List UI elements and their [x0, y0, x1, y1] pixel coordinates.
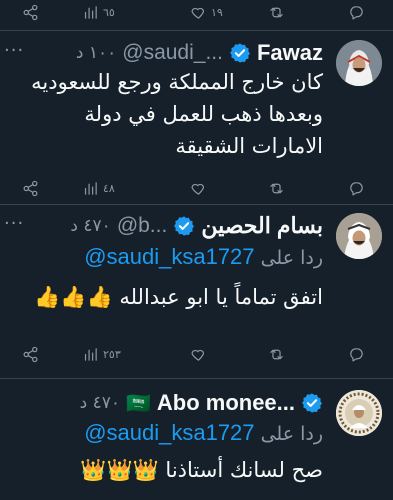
like-count: ٢٥٣	[103, 348, 121, 361]
reply-mention-link[interactable]: @saudi_ksa1727	[84, 420, 254, 445]
heart-icon	[191, 183, 205, 195]
user-handle[interactable]: @b...	[117, 214, 168, 238]
reply-icon	[350, 348, 363, 362]
tweet-header: ٤٧٠ د 🇸🇦 Abo monee...	[80, 390, 323, 416]
verified-badge-icon	[174, 216, 195, 236]
share-icon	[23, 180, 38, 197]
tweet-header: ٤٧٠ د @b... بسام الحصين	[70, 213, 323, 239]
chart-icon	[84, 182, 97, 195]
tweet-time[interactable]: ٤٧٠ د	[80, 393, 120, 413]
like-count: ٤٨	[103, 182, 115, 195]
retweet-button[interactable]	[268, 4, 285, 21]
reply-count: ١٩	[211, 6, 223, 19]
share-button[interactable]	[22, 4, 39, 21]
retweet-button[interactable]	[268, 346, 285, 363]
user-name[interactable]: Abo monee...	[157, 390, 295, 416]
heart-icon	[191, 349, 205, 361]
replying-to: @saudi_ksa1727 ردا على	[84, 420, 323, 446]
tweet-time[interactable]: ١٠٠ د	[76, 43, 116, 63]
replying-to-label: ردا على	[260, 423, 323, 445]
reply-mention-link[interactable]: @saudi_ksa1727	[84, 244, 254, 269]
more-options-button[interactable]: ···	[4, 213, 24, 234]
user-handle[interactable]: @saudi_...	[122, 41, 223, 65]
tweet-action-bar: ٤٨	[0, 180, 393, 200]
like-button[interactable]: ١٩	[190, 4, 223, 21]
views-button[interactable]: ٤٨	[82, 180, 115, 197]
verified-badge-icon	[229, 43, 250, 63]
more-options-button[interactable]: ···	[4, 40, 24, 61]
replying-to: @saudi_ksa1727 ردا على	[84, 244, 323, 270]
retweet-button[interactable]	[268, 180, 285, 197]
avatar[interactable]	[336, 40, 382, 86]
share-button[interactable]	[22, 180, 39, 197]
verified-badge-icon	[302, 393, 322, 413]
chart-icon	[84, 6, 97, 19]
reply-button[interactable]	[348, 346, 365, 363]
tweet-text: اتفق تماماً يا ابو عبدالله 👍👍👍	[34, 285, 323, 309]
divider	[0, 378, 393, 379]
avatar-photo-icon	[336, 213, 382, 259]
share-icon	[23, 346, 38, 363]
tweet-time[interactable]: ٤٧٠ د	[70, 216, 110, 236]
divider	[0, 30, 393, 31]
heart-icon	[191, 7, 205, 19]
tweet-text: كان خارج المملكة ورجع للسعوديه وبعدها ذه…	[31, 70, 323, 158]
divider	[0, 204, 393, 205]
views-button[interactable]: ٢٥٣	[82, 346, 121, 363]
user-name[interactable]: بسام الحصين	[201, 213, 323, 239]
like-button[interactable]	[190, 346, 207, 363]
avatar[interactable]	[336, 390, 382, 436]
retweet-icon	[270, 7, 283, 18]
reply-icon	[350, 182, 363, 196]
share-button[interactable]	[22, 346, 39, 363]
tweet-header: ١٠٠ د @saudi_... Fawaz	[76, 40, 323, 66]
replying-to-label: ردا على	[260, 247, 323, 269]
like-count: ٦٥	[103, 6, 115, 19]
reply-button[interactable]	[348, 180, 365, 197]
chart-icon	[84, 348, 97, 361]
avatar-photo-icon	[336, 390, 382, 436]
top-action-bar: ٦٥ ١٩	[0, 4, 393, 24]
like-button[interactable]	[190, 180, 207, 197]
reply-button[interactable]	[348, 4, 365, 21]
flag-emoji: 🇸🇦	[125, 391, 151, 415]
reply-icon	[350, 6, 363, 20]
views-button[interactable]: ٦٥	[82, 4, 115, 21]
avatar[interactable]	[336, 213, 382, 259]
tweet-action-bar: ٢٥٣	[0, 346, 393, 366]
avatar-photo-icon	[336, 40, 382, 86]
tweet-text: صح لسانك أستاذنا 👑👑👑	[80, 458, 323, 482]
user-name[interactable]: Fawaz	[257, 40, 323, 66]
retweet-icon	[270, 349, 283, 360]
share-icon	[23, 4, 38, 21]
retweet-icon	[270, 183, 283, 194]
